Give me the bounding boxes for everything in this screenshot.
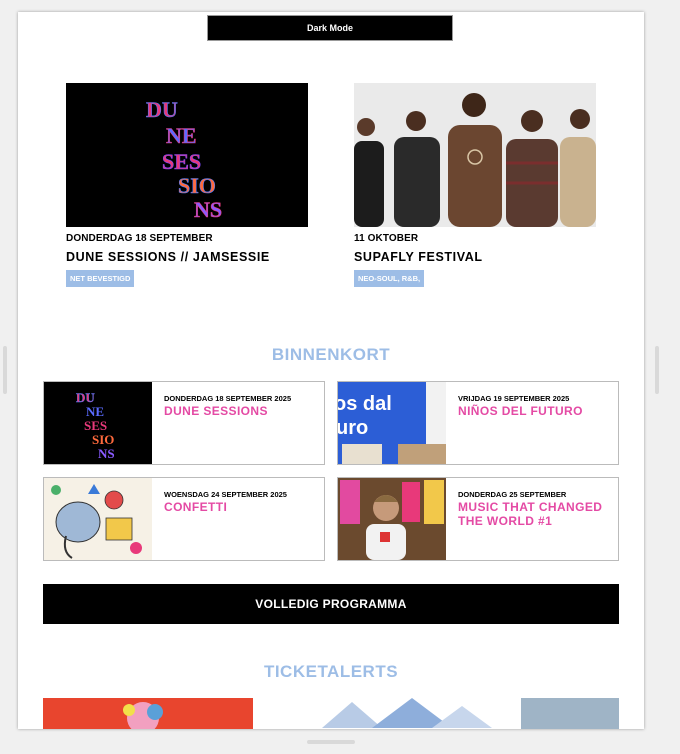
event-card[interactable]: os dal uro VRIJDAG 19 SEPTEMBER 2025 NIÑ… (337, 381, 619, 465)
poster-text: NE (86, 404, 104, 419)
event-date: 11 OKTOBER (354, 233, 419, 244)
ticketalert-art (312, 698, 492, 729)
art-text: os dal (338, 393, 392, 415)
event-card[interactable]: DU NE SES SIO NS DONDERDAG 18 SEPTEMBER … (43, 381, 325, 465)
poster-text: SES (162, 149, 201, 174)
event-tag: NEO-SOUL, R&B, (354, 270, 425, 287)
full-program-button[interactable]: VOLLEDIG PROGRAMMA (43, 584, 619, 624)
event-date: DONDERDAG 18 SEPTEMBER (66, 233, 213, 244)
dark-mode-button[interactable]: Dark Mode (207, 15, 453, 41)
event-tag: NET BEVESTIGD (66, 270, 135, 287)
confetti-thumbnail (44, 478, 152, 560)
card-title[interactable]: DUNE SESSIONS (164, 404, 314, 418)
dune-sessions-mini-poster: DU NE SES SIO NS (76, 390, 115, 461)
event-title[interactable]: SUPAFLY FESTIVAL (354, 250, 596, 264)
dune-sessions-thumbnail: DU NE SES SIO NS (44, 382, 152, 464)
event-title[interactable]: DUNE SESSIONS // JAMSESSIE (66, 250, 308, 264)
poster-text: DU (76, 390, 95, 405)
band-photo[interactable] (354, 83, 596, 227)
event-card[interactable]: DONDERDAG 25 SEPTEMBER MUSIC THAT CHANGE… (337, 477, 619, 561)
poster-text: NS (98, 446, 115, 461)
featured-event[interactable]: DU NE SES SIO NS DONDERDAG 18 SEPTEMBER … (66, 83, 308, 287)
poster-text: DU (146, 97, 178, 122)
page: Dark Mode DU NE SES SIO NS DONDERDAG 18 … (18, 12, 644, 729)
dune-sessions-poster: DU NE SES SIO NS (146, 97, 223, 223)
portrait-with-posters (338, 478, 446, 560)
ticketalerts-heading: TICKETALERTS (263, 662, 399, 681)
poster-text: NS (194, 197, 222, 222)
ticketalert-image[interactable] (521, 698, 619, 729)
ticketalert-art (43, 698, 253, 729)
poster-text: NE (166, 123, 197, 148)
ticketalert-image[interactable] (312, 698, 492, 729)
ticketalert-image[interactable] (43, 698, 253, 729)
ninos-del-futuro-thumbnail: os dal uro (338, 382, 446, 464)
music-that-changed-thumbnail (338, 478, 446, 560)
poster-text: SIO (92, 432, 114, 447)
card-title[interactable]: NIÑOS DEL FUTURO (458, 404, 608, 418)
card-title[interactable]: MUSIC THAT CHANGED THE WORLD #1 (458, 500, 608, 528)
art-text: uro (338, 417, 368, 439)
card-title[interactable]: CONFETTI (164, 500, 314, 514)
left-resize-handle[interactable] (3, 346, 7, 394)
card-date: WOENSDAG 24 SEPTEMBER 2025 (164, 490, 287, 499)
event-card[interactable]: WOENSDAG 24 SEPTEMBER 2025 CONFETTI (43, 477, 325, 561)
band-photo-graphic (354, 83, 596, 227)
bottom-resize-handle[interactable] (307, 740, 355, 744)
right-resize-handle[interactable] (655, 346, 659, 394)
featured-event[interactable]: 11 OKTOBER SUPAFLY FESTIVAL NEO-SOUL, R&… (354, 83, 596, 287)
card-date: DONDERDAG 25 SEPTEMBER (458, 490, 567, 499)
poster-text: SES (84, 418, 107, 433)
binnenkort-heading: BINNENKORT (271, 345, 391, 364)
dune-sessions-image[interactable]: DU NE SES SIO NS (66, 83, 308, 227)
card-date: VRIJDAG 19 SEPTEMBER 2025 (458, 394, 570, 403)
card-date: DONDERDAG 18 SEPTEMBER 2025 (164, 394, 292, 403)
poster-text: SIO (178, 173, 216, 198)
confetti-illustration (44, 478, 152, 560)
ninos-del-futuro-art: os dal uro (338, 382, 446, 464)
